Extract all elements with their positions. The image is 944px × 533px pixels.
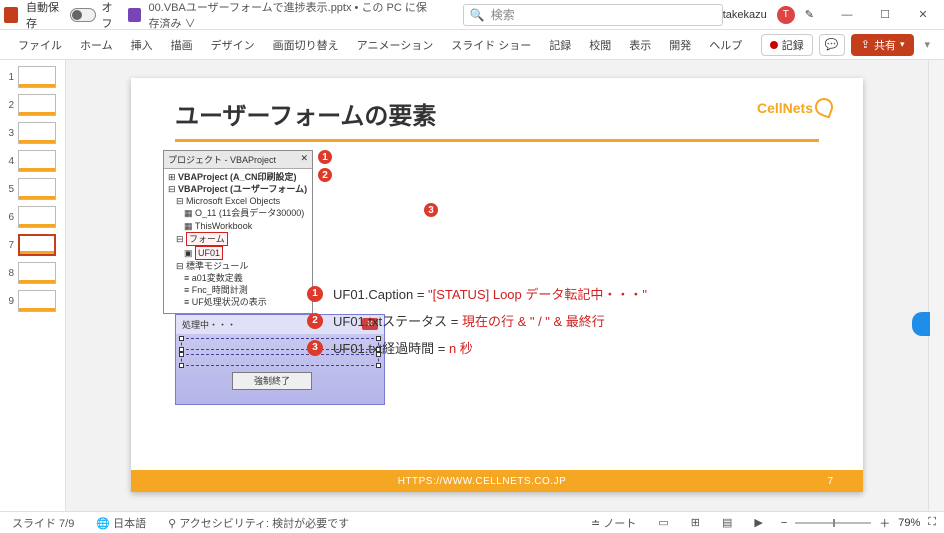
thumbnail-6[interactable]: 6 [2,206,63,228]
tab-insert[interactable]: 挿入 [123,33,161,57]
tab-slideshow[interactable]: スライド ショー [443,33,539,57]
callout-notes: 1 UF01.Caption = "[STATUS] Loop データ転記中・・… [307,276,647,365]
autosave-label: 自動保存 [26,0,64,31]
tab-home[interactable]: ホーム [72,33,121,57]
search-input[interactable]: 🔍 検索 [463,4,723,26]
thumbnail-8[interactable]: 8 [2,262,63,284]
tree-node: ▦ ThisWorkbook [168,220,310,232]
slide-position[interactable]: スライド 7/9 [8,515,78,531]
tree-node: ⊟ VBAProject (ユーザーフォーム) [168,183,310,195]
note-line: 3 UF01.txt経過時間 = n 秒 [307,338,647,357]
thumbnail-panel[interactable]: 1 2 3 4 5 6 7 8 9 [0,60,66,511]
dialog-button: 強制終了 [232,372,312,390]
thumbnail-7[interactable]: 7 [2,234,63,256]
thumbnail-9[interactable]: 9 [2,290,63,312]
tab-transitions[interactable]: 画面切り替え [265,33,347,57]
footer-url: HTTPS://WWW.CELLNETS.CO.JP [161,476,803,487]
record-dot-icon [770,41,778,49]
tree-node: ▦ O_11 (11会員データ30000) [168,207,310,219]
body-area: 1 2 3 4 5 6 7 8 9 ↖ ユーザーフォームの要素 CellNets プロジェクト … [0,60,944,511]
tab-developer[interactable]: 開発 [661,33,699,57]
ribbon-display-icon[interactable]: ✎ [805,8,814,21]
user-name[interactable]: takekazu [723,9,767,21]
tree-node: ≡ Fnc_時間計測 [168,284,310,296]
slide-title: ユーザーフォームの要素 [131,78,863,135]
zoom-slider[interactable] [795,522,871,524]
thumbnail-1[interactable]: 1 [2,66,63,88]
zoom-out-icon[interactable]: − [781,517,787,529]
side-flyout-button[interactable] [912,312,930,336]
tab-design[interactable]: デザイン [203,33,263,57]
comments-button[interactable]: 💬 [819,34,845,56]
thumbnail-2[interactable]: 2 [2,94,63,116]
callout-marker-2: 2 [317,167,333,183]
save-icon[interactable] [128,8,140,22]
tab-help[interactable]: ヘルプ [701,33,750,57]
view-normal-icon[interactable]: ▭ [654,516,672,529]
callout-marker-3: 3 [423,202,439,218]
tree-node: ≡ a01変数定義 [168,272,310,284]
slide-footer: HTTPS://WWW.CELLNETS.CO.JP 7 [131,470,863,492]
thumbnail-5[interactable]: 5 [2,178,63,200]
avatar[interactable]: T [777,6,795,24]
autosave-state: オフ [102,0,121,31]
ribbon-tabs: ファイル ホーム 挿入 描画 デザイン 画面切り替え アニメーション スライド … [0,30,944,60]
share-button[interactable]: ⇪共有▾ [851,34,915,56]
zoom-in-icon[interactable]: ＋ [879,515,890,531]
view-sorter-icon[interactable]: ⊞ [687,516,704,529]
title-underline [175,139,819,142]
pane-close-icon: ✕ [300,153,308,166]
pane-header: プロジェクト - VBAProject ✕ [164,151,312,169]
tab-record[interactable]: 記録 [541,33,579,57]
status-bar: スライド 7/9 🌐 日本語 ⚲ アクセシビリティ: 検討が必要です ≐ ノート… [0,511,944,533]
zoom-control[interactable]: − ＋ 79% ⛶ [781,515,936,531]
record-button[interactable]: 記録 [761,34,813,56]
tab-review[interactable]: 校閲 [581,33,619,57]
tab-file[interactable]: ファイル [10,33,70,57]
toggle-icon[interactable] [70,8,96,22]
thumbnail-3[interactable]: 3 [2,122,63,144]
thumbnail-4[interactable]: 4 [2,150,63,172]
view-slideshow-icon[interactable]: ▶ [750,516,766,529]
search-icon: 🔍 [470,8,485,22]
project-tree: ⊞ VBAProject (A_CN印刷設定) ⊟ VBAProject (ユー… [164,169,312,313]
tree-node: ⊟ 標準モジュール [168,260,310,272]
powerpoint-icon [4,7,18,23]
slide: ユーザーフォームの要素 CellNets プロジェクト - VBAProject… [131,78,863,492]
autosave-toggle[interactable]: 自動保存 オフ [26,0,120,31]
titlebar: 自動保存 オフ 00.VBAユーザーフォームで進捗表示.pptx • この PC… [0,0,944,30]
callout-marker-1: 1 [317,149,333,165]
tree-node: ⊞ VBAProject (A_CN印刷設定) [168,171,310,183]
minimize-button[interactable]: — [830,4,864,26]
zoom-percent[interactable]: 79% [898,517,920,529]
maximize-button[interactable]: ☐ [868,4,902,26]
tab-draw[interactable]: 描画 [163,33,201,57]
notes-button[interactable]: ≐ ノート [587,515,640,531]
note-line: 1 UF01.Caption = "[STATUS] Loop データ転記中・・… [307,284,647,303]
tree-node: ≡ UF処理状況の表示 [168,296,310,308]
fit-to-window-icon[interactable]: ⛶ [928,516,936,529]
tab-view[interactable]: 表示 [621,33,659,57]
footer-page: 7 [803,476,833,487]
view-reading-icon[interactable]: ▤ [718,516,736,529]
slide-canvas[interactable]: ↖ ユーザーフォームの要素 CellNets プロジェクト - VBAProje… [66,60,928,511]
brand-logo: CellNets [757,98,833,116]
tab-animations[interactable]: アニメーション [349,33,442,57]
language[interactable]: 🌐 日本語 [92,515,150,531]
vba-project-pane: プロジェクト - VBAProject ✕ ⊞ VBAProject (A_CN… [163,150,313,314]
collapse-ribbon-icon[interactable]: ▾ [920,38,934,51]
document-title[interactable]: 00.VBAユーザーフォームで進捗表示.pptx • この PC に保存済み ∨ [149,0,433,31]
vertical-scrollbar[interactable] [928,60,944,511]
note-line: 2 UF01.txtステータス = 現在の行 & " / " & 最終行 [307,311,647,330]
close-button[interactable]: ✕ [906,4,940,26]
tree-node: ⊟ フォーム [168,232,310,246]
tree-node: ⊟ Microsoft Excel Objects [168,195,310,207]
accessibility[interactable]: ⚲ アクセシビリティ: 検討が必要です [164,515,353,531]
search-placeholder: 検索 [491,6,515,23]
tree-node: ▣ UF01 [168,246,310,260]
